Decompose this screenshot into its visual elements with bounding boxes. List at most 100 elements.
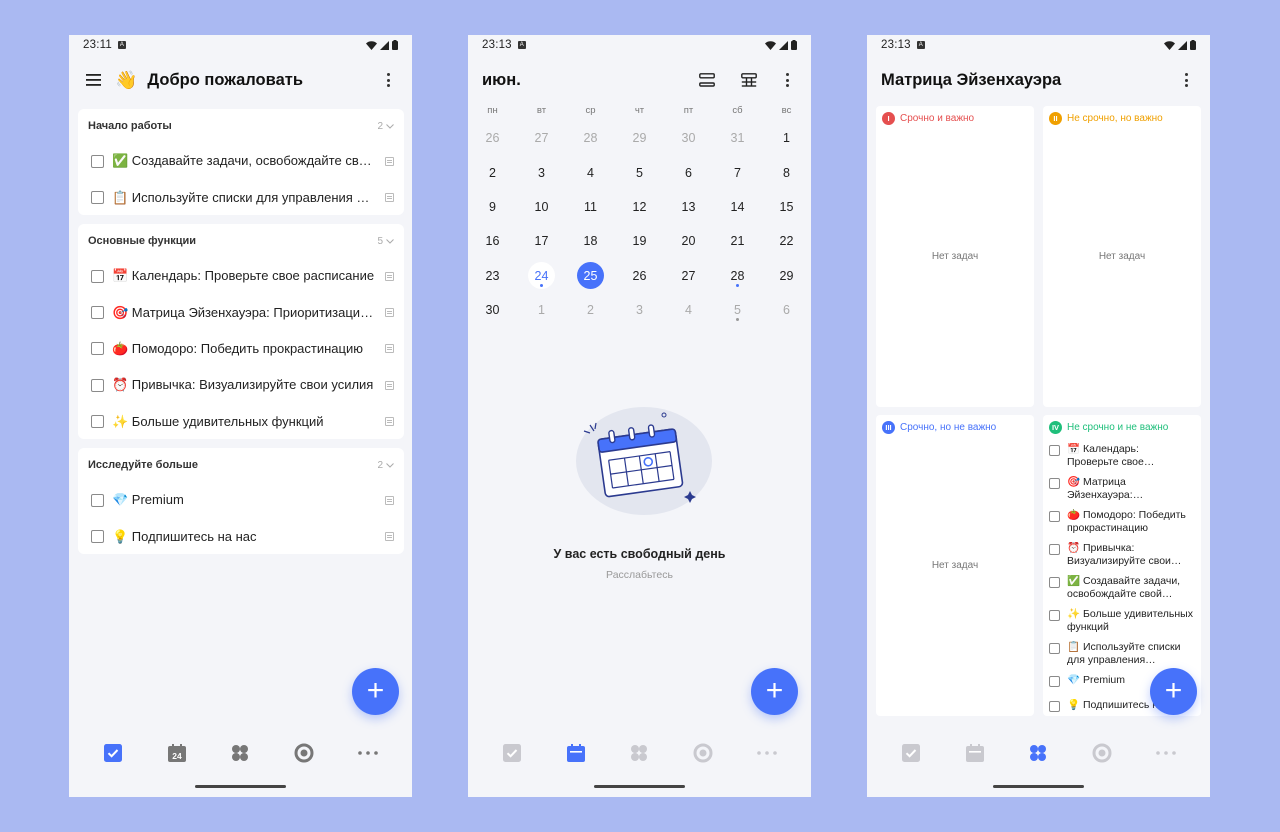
calendar-day[interactable]: 1 [762, 121, 811, 155]
task-checkbox[interactable] [1049, 544, 1060, 555]
calendar-day[interactable]: 26 [468, 121, 517, 155]
nav-pomodoro[interactable] [686, 738, 720, 768]
week-view-icon[interactable] [737, 68, 761, 92]
calendar-day[interactable]: 16 [468, 224, 517, 258]
calendar-day[interactable]: 1 [517, 293, 566, 327]
calendar-day[interactable]: 21 [713, 224, 762, 258]
calendar-day[interactable]: 17 [517, 224, 566, 258]
nav-calendar[interactable] [958, 738, 992, 768]
calendar-day[interactable]: 30 [468, 293, 517, 327]
section-header[interactable]: Основные функции 5 [78, 224, 404, 258]
nav-matrix[interactable] [223, 738, 257, 768]
calendar-day[interactable]: 10 [517, 190, 566, 224]
calendar-day[interactable]: 23 [468, 259, 517, 293]
list-item[interactable]: ⏰ Привычка: Визуализируйте свои усилия [1049, 542, 1195, 570]
calendar-day[interactable]: 26 [615, 259, 664, 293]
calendar-day[interactable]: 7 [713, 155, 762, 189]
month-title[interactable]: июн. [482, 71, 521, 90]
nav-tasks[interactable] [495, 738, 529, 768]
task-checkbox[interactable] [91, 306, 104, 320]
nav-tasks[interactable] [894, 738, 928, 768]
calendar-day[interactable]: 11 [566, 190, 615, 224]
calendar-day[interactable]: 29 [762, 259, 811, 293]
add-task-button[interactable]: + [1150, 668, 1197, 715]
add-task-button[interactable]: + [751, 668, 798, 715]
task-checkbox[interactable] [91, 154, 104, 168]
nav-pomodoro[interactable] [287, 738, 321, 768]
calendar-day[interactable]: 22 [762, 224, 811, 258]
calendar-day[interactable]: 2 [566, 293, 615, 327]
calendar-day[interactable]: 6 [762, 293, 811, 327]
calendar-day[interactable]: 13 [664, 190, 713, 224]
section-header[interactable]: Начало работы 2 [78, 109, 404, 143]
task-checkbox[interactable] [91, 191, 104, 205]
nav-calendar[interactable] [559, 738, 593, 768]
list-item[interactable]: 🎯 Матрица Эйзенхауэра: Приоритизация зад… [1049, 476, 1195, 504]
calendar-day[interactable]: 15 [762, 190, 811, 224]
list-item[interactable]: ✨ Больше удивительных функций [1049, 608, 1195, 636]
calendar-day[interactable]: 2 [468, 155, 517, 189]
calendar-day[interactable]: 27 [664, 259, 713, 293]
nav-tasks[interactable] [96, 738, 130, 768]
calendar-day[interactable]: 3 [517, 155, 566, 189]
calendar-day[interactable]: 27 [517, 121, 566, 155]
calendar-day[interactable]: 19 [615, 224, 664, 258]
calendar-day[interactable]: 8 [762, 155, 811, 189]
task-row[interactable]: 💡 Подпишитесь на нас [78, 518, 404, 554]
add-task-button[interactable]: + [352, 668, 399, 715]
task-checkbox[interactable] [1049, 701, 1060, 712]
task-checkbox[interactable] [91, 378, 104, 392]
quadrant-not-urgent-important[interactable]: II Не срочно, но важно Нет задач [1043, 106, 1201, 407]
nav-more[interactable] [1149, 738, 1183, 768]
calendar-day[interactable]: 20 [664, 224, 713, 258]
section-header[interactable]: Исследуйте больше 2 [78, 448, 404, 482]
task-row[interactable]: ✨ Больше удивительных функций [78, 404, 404, 440]
nav-matrix[interactable] [622, 738, 656, 768]
task-checkbox[interactable] [1049, 478, 1060, 489]
task-row[interactable]: 📋 Используйте списки для управления зада… [78, 179, 404, 215]
calendar-day[interactable]: 9 [468, 190, 517, 224]
nav-matrix[interactable] [1021, 738, 1055, 768]
calendar-day[interactable]: 31 [713, 121, 762, 155]
calendar-day[interactable]: 6 [664, 155, 713, 189]
task-row[interactable]: 🎯 Матрица Эйзенхауэра: Приоритизация зад… [78, 294, 404, 330]
calendar-day[interactable]: 28 [566, 121, 615, 155]
task-checkbox[interactable] [91, 415, 104, 429]
quadrant-urgent-important[interactable]: I Срочно и важно Нет задач [876, 106, 1034, 407]
menu-icon[interactable] [81, 68, 105, 92]
calendar-day[interactable]: 5 [615, 155, 664, 189]
task-row[interactable]: 🍅 Помодоро: Победить прокрастинацию [78, 331, 404, 367]
nav-pomodoro[interactable] [1085, 738, 1119, 768]
task-checkbox[interactable] [1049, 577, 1060, 588]
quadrant-urgent-not-important[interactable]: III Срочно, но не важно Нет задач [876, 415, 1034, 716]
task-row[interactable]: ⏰ Привычка: Визуализируйте свои усилия [78, 367, 404, 403]
task-checkbox[interactable] [91, 342, 104, 356]
task-checkbox[interactable] [1049, 676, 1060, 687]
nav-more[interactable] [351, 738, 385, 768]
list-view-icon[interactable] [695, 68, 719, 92]
task-checkbox[interactable] [1049, 610, 1060, 621]
calendar-day[interactable]: 14 [713, 190, 762, 224]
nav-more[interactable] [750, 738, 784, 768]
list-item[interactable]: ✅ Создавайте задачи, освобождайте свой р… [1049, 575, 1195, 603]
task-checkbox[interactable] [91, 269, 104, 283]
calendar-day[interactable]: 12 [615, 190, 664, 224]
calendar-day[interactable]: 28 [713, 259, 762, 293]
task-row[interactable]: ✅ Создавайте задачи, освобождайте свой р… [78, 143, 404, 179]
calendar-day[interactable]: 4 [664, 293, 713, 327]
calendar-day[interactable]: 29 [615, 121, 664, 155]
task-checkbox[interactable] [91, 493, 104, 507]
list-item[interactable]: 🍅 Помодоро: Победить прокрастинацию [1049, 509, 1195, 537]
list-item[interactable]: 📋 Используйте списки для управления зада… [1049, 641, 1195, 669]
nav-calendar[interactable]: 24 [160, 738, 194, 768]
more-options-icon[interactable] [1174, 68, 1198, 92]
calendar-day[interactable]: 18 [566, 224, 615, 258]
list-item[interactable]: 📅 Календарь: Проверьте свое расписание [1049, 443, 1195, 471]
task-checkbox[interactable] [1049, 445, 1060, 456]
calendar-day[interactable]: 5 [713, 293, 762, 327]
more-options-icon[interactable] [775, 68, 799, 92]
task-row[interactable]: 💎 Premium [78, 482, 404, 518]
calendar-day-selected[interactable]: 25 [566, 259, 615, 293]
task-checkbox[interactable] [1049, 643, 1060, 654]
task-checkbox[interactable] [1049, 511, 1060, 522]
